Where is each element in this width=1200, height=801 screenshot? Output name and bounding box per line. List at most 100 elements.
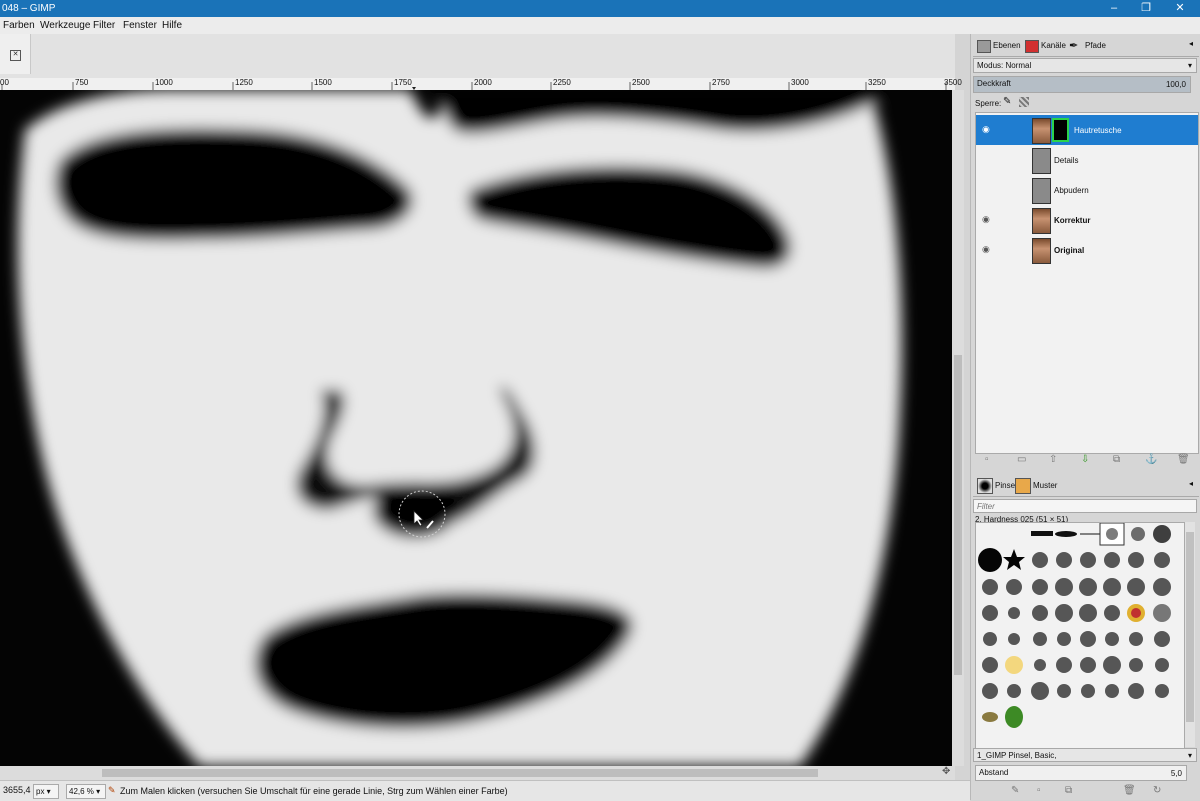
paths-icon: ✒ [1069,40,1079,52]
image-tab-strip: ✕ [0,34,955,78]
ruler-label: 3250 [868,78,886,87]
ruler-label: 00 [0,78,9,87]
ruler-label: 2750 [712,78,730,87]
refresh-brushes-icon[interactable]: ↻ [1153,785,1161,796]
zoom-select[interactable]: 42,6 % ▾ [66,784,106,799]
channels-icon [1025,40,1039,53]
zoom-value: 42,6 % [69,787,94,796]
lower-layer-icon[interactable]: ⇩ [1081,454,1089,465]
delete-brush-icon[interactable]: 🗑 [1123,785,1136,796]
close-tab-icon[interactable]: ✕ [10,50,21,61]
close-button[interactable]: ✕ [1166,1,1194,15]
new-group-icon[interactable]: ▭ [1017,454,1026,465]
brush-grid[interactable] [975,522,1185,749]
brush-tab-bar: Pinsel Muster ◂ [973,476,1199,497]
new-layer-icon[interactable]: ▫ [985,454,989,465]
tab-layers[interactable]: Ebenen [993,37,1021,55]
chevron-down-icon: ▾ [1187,61,1192,70]
layer-name[interactable]: Hautretusche [1074,126,1122,135]
right-dock: Ebenen Kanäle ✒ Pfade ◂ Modus: Normal ▾ … [970,34,1200,800]
layer-name[interactable]: Details [1054,156,1078,165]
layer-thumbnail [1032,178,1051,204]
image-canvas[interactable] [0,90,952,766]
unit-select[interactable]: px ▾ [33,784,59,799]
eye-icon[interactable]: ◉ [982,215,992,224]
layer-row[interactable]: Abpudern [976,175,1198,205]
eye-icon[interactable]: ◉ [982,125,992,134]
new-brush-icon[interactable]: ▫ [1037,785,1041,796]
brush-tag-select[interactable]: 1_GIMP Pinsel, Basic, ▾ [973,748,1197,762]
horizontal-scroll-thumb[interactable] [102,769,818,777]
brush-icon: ✎ [108,785,116,795]
spacing-label: Abstand [979,768,1009,777]
mode-select[interactable]: Modus: Normal ▾ [973,58,1197,73]
brush-scroll-thumb[interactable] [1186,532,1194,722]
navigate-icon[interactable]: ✥ [942,766,950,777]
tab-channels[interactable]: Kanäle [1041,37,1066,55]
layer-actions: ▫ ▭ ⇧ ⇩ ⧉ ⚓ 🗑 [975,454,1197,468]
spacing-value: 5,0 [1170,769,1182,778]
layer-name[interactable]: Abpudern [1054,186,1089,195]
ruler-label: 1000 [155,78,173,87]
brush-scrollbar[interactable] [1185,522,1195,747]
menu-bar: Farben Werkzeuge Filter Fenster Hilfe [0,17,1200,34]
layer-name[interactable]: Korrektur [1054,216,1090,225]
ruler-label: 2250 [553,78,571,87]
ruler-label: 2500 [632,78,650,87]
ruler-label: 750 [75,78,89,87]
lock-pixels-icon[interactable]: ✎ [1003,96,1011,107]
pointer-coords: 3655,4 [3,785,31,795]
layers-list[interactable]: ◉ Hautretusche Details Abpudern ◉ Korrek… [975,112,1199,454]
maximize-button[interactable]: ❐ [1132,1,1160,15]
window-title: 048 – GIMP [2,3,56,14]
duplicate-brush-icon[interactable]: ⧉ [1065,785,1072,796]
menu-farben[interactable]: Farben [3,20,35,31]
face-mask-image [0,90,952,766]
ruler-label: 3500 [944,78,962,87]
dock-menu-icon[interactable]: ◂ [1189,39,1193,48]
opacity-label: Deckkraft [977,79,1011,88]
minimize-button[interactable]: – [1100,1,1128,15]
layer-row[interactable]: ◉ Korrektur [976,205,1198,235]
lock-alpha-icon[interactable] [1019,97,1029,107]
layer-row[interactable]: ◉ Original [976,235,1198,265]
vertical-scrollbar[interactable] [952,90,964,766]
tab-brushes[interactable]: Pinsel [995,477,1017,495]
title-bar: 048 – GIMP – ❐ ✕ [0,0,1200,17]
brush-thumbnails [978,523,1171,728]
menu-fenster[interactable]: Fenster [123,20,157,31]
raise-layer-icon[interactable]: ⇧ [1049,454,1057,465]
dock-menu-icon[interactable]: ◂ [1189,479,1193,488]
edit-brush-icon[interactable]: ✎ [1011,785,1019,796]
mode-label: Modus: Normal [977,61,1032,70]
menu-werkzeuge[interactable]: Werkzeuge [40,20,90,31]
chevron-down-icon: ▾ [1187,751,1192,760]
brush-tab-icon [977,478,993,494]
tab-patterns[interactable]: Muster [1033,477,1057,495]
brush-filter-input[interactable] [973,499,1197,513]
ruler-label: 1250 [235,78,253,87]
horizontal-scrollbar[interactable]: ✥ [0,766,955,780]
menu-hilfe[interactable]: Hilfe [162,20,182,31]
ruler-label: 2000 [474,78,492,87]
layer-row[interactable]: ◉ Hautretusche [976,115,1198,145]
tab-paths[interactable]: Pfade [1085,37,1106,55]
anchor-icon[interactable]: ⚓ [1145,454,1157,465]
layer-mask-thumbnail[interactable] [1052,118,1069,142]
unit-value: px [36,787,45,796]
eye-icon[interactable]: ◉ [982,245,992,254]
status-bar: 3655,4 px ▾ 42,6 % ▾ ✎ Zum Malen klicken… [0,780,970,801]
image-tab[interactable]: ✕ [0,34,31,74]
delete-layer-icon[interactable]: 🗑 [1177,454,1190,465]
layer-thumbnail [1032,208,1051,234]
brush-tag: 1_GIMP Pinsel, Basic, [977,751,1057,760]
opacity-value: 100,0 [1165,80,1186,89]
vertical-scroll-thumb[interactable] [954,355,962,675]
layer-row[interactable]: Details [976,145,1198,175]
opacity-slider[interactable]: Deckkraft 100,0 [973,76,1191,93]
layer-thumbnail [1032,118,1051,144]
spacing-slider[interactable]: Abstand 5,0 [975,765,1187,781]
menu-filter[interactable]: Filter [93,20,115,31]
duplicate-layer-icon[interactable]: ⧉ [1113,454,1120,465]
layer-name[interactable]: Original [1054,246,1084,255]
